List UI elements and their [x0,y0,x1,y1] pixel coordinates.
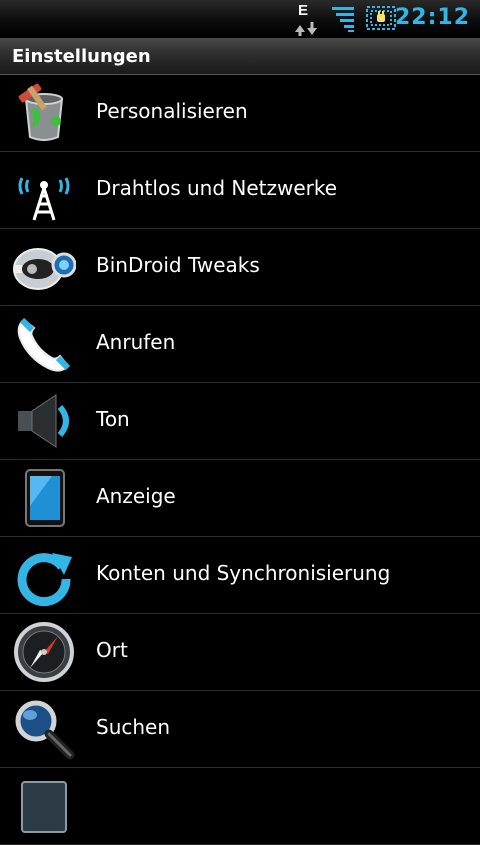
status-time: 22:12 [394,5,470,30]
compass-icon [12,620,76,684]
settings-item-label: BinDroid Tweaks [96,253,260,277]
magnifier-icon [12,697,76,761]
settings-item-label: Ton [96,407,130,431]
status-bar: E 22:12 [0,0,480,38]
settings-item-suchen[interactable]: Suchen [0,691,480,768]
battery-charging-icon [366,6,396,30]
settings-item-label: Drahtlos und Netzwerke [96,176,338,200]
sync-icon [12,543,76,607]
settings-list: Personalisieren Drahtlos und Netzwerke B… [0,75,480,845]
title-bar: Einstellungen [0,38,480,75]
settings-item-drahtlos[interactable]: Drahtlos und Netzwerke [0,152,480,229]
partial-item-icon [12,774,76,838]
paint-bucket-icon [12,81,76,145]
page-title: Einstellungen [12,46,151,67]
settings-item-label: Ort [96,638,128,662]
edge-data-icon: E [292,2,320,36]
settings-item-label: Suchen [96,715,171,739]
settings-item-anrufen[interactable]: Anrufen [0,306,480,383]
bindroid-icon [12,235,77,299]
phone-handset-icon [12,312,76,376]
wireless-tower-icon [12,158,76,222]
settings-item-bindroid-tweaks[interactable]: BinDroid Tweaks [0,229,480,306]
settings-item-label: Personalisieren [96,99,248,123]
speaker-icon [12,389,76,453]
settings-item-personalisieren[interactable]: Personalisieren [0,75,480,152]
settings-item-label: Anzeige [96,484,176,508]
settings-item-partial[interactable] [0,768,480,845]
settings-item-label: Konten und Synchronisierung [96,561,391,585]
settings-item-ton[interactable]: Ton [0,383,480,460]
settings-item-anzeige[interactable]: Anzeige [0,460,480,537]
signal-icon [332,6,356,32]
settings-item-label: Anrufen [96,330,176,354]
settings-item-ort[interactable]: Ort [0,614,480,691]
display-icon [12,466,76,530]
settings-item-konten-sync[interactable]: Konten und Synchronisierung [0,537,480,614]
